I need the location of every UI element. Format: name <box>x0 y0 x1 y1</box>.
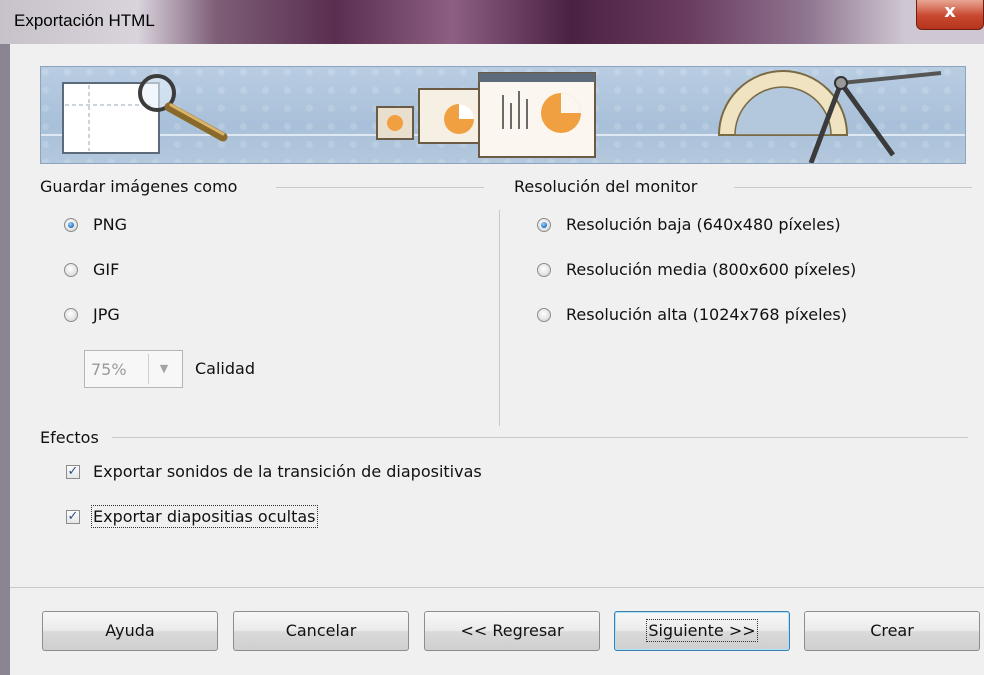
resolution-section-header: Resolución del monitor <box>514 177 704 196</box>
checkbox-export-sounds[interactable]: ✓ Exportar sonidos de la transición de d… <box>66 462 546 484</box>
radio-resolution-high-indicator[interactable] <box>537 308 551 322</box>
radio-resolution-high-label[interactable]: Resolución alta (1024x768 píxeles) <box>566 305 847 324</box>
cancel-button[interactable]: Cancelar <box>233 611 409 651</box>
radio-resolution-low-indicator[interactable] <box>537 218 551 232</box>
image-section-header: Guardar imágenes como <box>40 177 244 196</box>
radio-resolution-low[interactable]: Resolución baja (640x480 píxeles) <box>537 215 897 237</box>
resolution-section-divider <box>734 187 972 188</box>
close-icon: x <box>944 1 956 22</box>
column-divider <box>499 210 500 426</box>
checkbox-export-hidden[interactable]: ✓ Exportar diapositias ocultas <box>66 505 356 529</box>
next-button[interactable]: Siguiente >> <box>614 611 790 651</box>
quality-combo[interactable]: 75% ▼ <box>84 350 183 388</box>
effects-section-header: Efectos <box>40 428 105 447</box>
slides-chart-icon <box>376 72 596 158</box>
protractor-compass-icon <box>717 70 942 163</box>
radio-resolution-low-label[interactable]: Resolución baja (640x480 píxeles) <box>566 215 841 234</box>
help-button[interactable]: Ayuda <box>42 611 218 651</box>
chevron-down-icon[interactable]: ▼ <box>148 354 179 384</box>
radio-jpg-indicator[interactable] <box>64 308 78 322</box>
next-button-label: Siguiente >> <box>646 619 758 642</box>
radio-resolution-high[interactable]: Resolución alta (1024x768 píxeles) <box>537 305 917 327</box>
window-frame <box>0 44 10 675</box>
close-button[interactable]: x <box>916 0 984 30</box>
checkbox-export-hidden-label[interactable]: Exportar diapositias ocultas <box>91 505 318 528</box>
title-bar[interactable]: Exportación HTML x <box>0 0 984 44</box>
radio-png-label[interactable]: PNG <box>93 215 127 234</box>
checkbox-export-sounds-label[interactable]: Exportar sonidos de la transición de dia… <box>93 462 482 481</box>
create-button[interactable]: Crear <box>804 611 980 651</box>
radio-png-indicator[interactable] <box>64 218 78 232</box>
wizard-banner <box>40 66 966 164</box>
back-button[interactable]: << Regresar <box>424 611 600 651</box>
radio-resolution-medium-label[interactable]: Resolución media (800x600 píxeles) <box>566 260 856 279</box>
effects-section-divider <box>112 437 968 438</box>
radio-resolution-medium[interactable]: Resolución media (800x600 píxeles) <box>537 260 917 282</box>
radio-jpg[interactable]: JPG <box>64 305 174 327</box>
quality-value: 75% <box>91 360 127 379</box>
quality-label: Calidad <box>195 359 255 378</box>
radio-png[interactable]: PNG <box>64 215 174 237</box>
magnifier-page-icon <box>62 74 228 154</box>
radio-resolution-medium-indicator[interactable] <box>537 263 551 277</box>
image-section-divider <box>276 187 484 188</box>
radio-gif[interactable]: GIF <box>64 260 174 282</box>
radio-gif-label[interactable]: GIF <box>93 260 119 279</box>
checkbox-export-sounds-box[interactable]: ✓ <box>66 465 80 479</box>
radio-gif-indicator[interactable] <box>64 263 78 277</box>
window-title: Exportación HTML <box>14 11 155 30</box>
checkbox-export-hidden-box[interactable]: ✓ <box>66 510 80 524</box>
button-separator <box>10 587 984 588</box>
radio-jpg-label[interactable]: JPG <box>93 305 120 324</box>
